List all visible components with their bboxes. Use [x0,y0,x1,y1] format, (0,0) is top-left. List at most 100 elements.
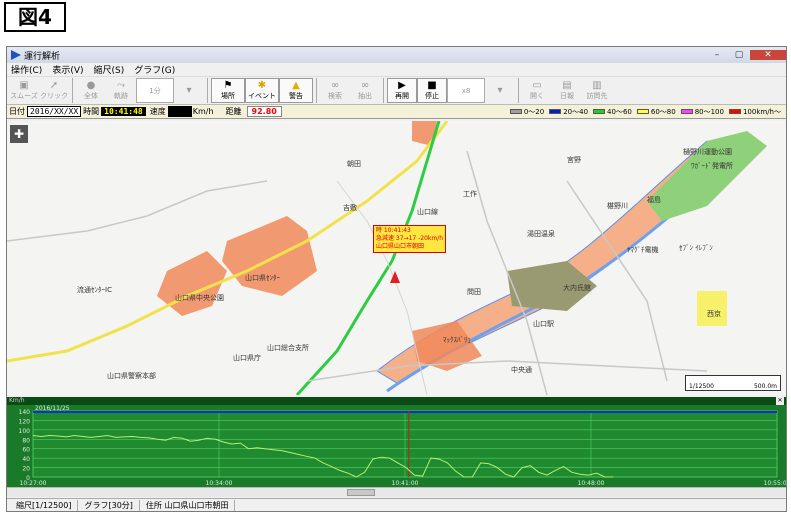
replay-label: 再開 [395,92,409,100]
event-label: イベント [248,92,276,100]
map-label: 大内氏館 [563,284,591,292]
map-label: 樋野川運動公園 [683,148,732,156]
maximize-button[interactable]: ▢ [728,50,750,60]
all-label: 全体 [84,92,98,100]
map-label: 山口県中央公園 [175,294,224,302]
chevron-down-icon: ▾ [497,85,503,96]
search-button[interactable]: ∞ 検索 [320,78,350,103]
map-label: 椹野川 [607,202,628,210]
speed-graph-panel: Km/h ✕ 140 120 100 80 60 40 20 0 10:27:00 10:34:0… [7,397,786,487]
map-label: 山口駅 [533,320,554,328]
map-view[interactable]: ✚ 樋野川運動公園 ﾜｶﾞｰﾄﾞ発電所 流通ｾﾝﾀｰIC 山口県中央公園 山口県… [7,121,786,395]
speed-dropdown[interactable]: ▾ [485,78,515,103]
chevron-down-icon: ▾ [186,85,192,96]
speed-unit: Km/h [192,107,214,116]
y-tick-label: 120 [19,418,31,425]
legend-item: 100km/h～ [728,107,781,117]
menu-scale[interactable]: 縮尺(S) [94,63,125,76]
report-button[interactable]: ▤ 日報 [552,78,582,103]
open-button[interactable]: ▭ 開く [522,78,552,103]
map-label: 山口県警察本部 [107,372,156,380]
legend-item: 20～40 [549,107,588,117]
legend-item: 0～20 [509,107,544,117]
map-label: 西京 [707,310,721,318]
report-label: 日報 [560,92,574,100]
minimize-button[interactable]: – [706,50,728,60]
search-label: 検索 [328,92,342,100]
event-popup: 時 10:41:43 急減速 37→17 -20km/h 山口県山口市朝田 [373,225,447,253]
all-button[interactable]: ● 全体 [76,78,106,103]
close-button[interactable]: ✕ [750,50,786,60]
extract-button[interactable]: ∞ 抽出 [350,78,380,103]
globe-icon: ● [86,80,96,91]
trace-icon: ⤳ [117,80,125,91]
map-label: 山口県庁 [233,354,261,362]
toolbar: ▣ スムーズ ➚ クリック ● 全体 ⤳ 軌跡 1分 ▾ ⚑ 場所 ✱ イベント ▲ 警告 ∞… [7,77,786,105]
visit-icon: ▥ [592,80,602,91]
time-label: 時間 [83,107,100,116]
trace-button[interactable]: ⤳ 軌跡 [106,78,136,103]
event-button[interactable]: ✱ イベント [245,78,279,103]
y-tick-label: 60 [22,447,30,454]
legend-item: 40～60 [593,107,632,117]
smooth-label: スムーズ [10,92,38,100]
popup-time: 時 10:41:43 [376,227,411,234]
interval-dropdown[interactable]: ▾ [174,78,204,103]
status-graph: グラフ[30分] [78,500,140,511]
replay-button[interactable]: ▶ 再開 [387,78,417,103]
status-bar: 縮尺[1/12500] グラフ[30分] 住所 山口県山口市朝田 [7,498,786,511]
graph-title: Km/h [7,397,786,405]
interval-value: 1分 [149,86,161,95]
binoculars-icon: ∞ [330,80,340,91]
distance-value: 92.80 [246,106,282,117]
graph-close-button[interactable]: ✕ [776,397,784,405]
report-icon: ▤ [562,80,572,91]
stop-button[interactable]: ■ 停止 [417,78,447,103]
map-label: ｾﾌﾞﾝ ｲﾚﾌﾞﾝ [679,244,713,252]
map-label: 中央通 [511,366,532,374]
map-label: 吉敷 [343,204,357,212]
title-bar: 運行解析 – ▢ ✕ [7,47,786,63]
horizontal-scrollbar[interactable] [7,487,786,497]
stop-icon: ■ [427,80,437,91]
menu-operation[interactable]: 操作(C) [11,63,42,76]
click-button[interactable]: ➚ クリック [39,78,69,103]
interval-select[interactable]: 1分 [136,78,174,103]
open-label: 開く [530,92,544,100]
location-label: 場所 [221,92,235,100]
map-label: 工作 [463,190,477,198]
stop-label: 停止 [425,92,439,100]
map-label: 山口県ｾﾝﾀｰ [245,274,280,282]
trace-label: 軌跡 [114,92,128,100]
map-label: 山口総合支所 [267,344,309,352]
location-button[interactable]: ⚑ 場所 [211,78,245,103]
time-value: 10:41:48 [101,107,146,116]
status-scale: 縮尺[1/12500] [10,500,79,511]
warning-button[interactable]: ▲ 警告 [279,78,313,103]
playback-speed-value: x8 [461,86,471,95]
scale-distance: 500.0m [753,383,777,390]
date-value: 2016/XX/XX [27,106,82,117]
map-label: ﾔﾏｸﾞﾁ電機 [627,246,659,254]
warning-label: 警告 [289,92,303,100]
window-title: 運行解析 [24,51,61,62]
visit-button[interactable]: ▥ 訪問先 [582,78,612,103]
y-tick-label: 100 [19,428,31,435]
graph-date-label: 2016/11/25 [35,405,70,412]
playback-speed-select[interactable]: x8 [447,78,485,103]
compass-icon[interactable]: ✚ [10,125,28,143]
status-address: 住所 山口県山口市朝田 [140,500,236,511]
menu-view[interactable]: 表示(V) [52,63,83,76]
x-tick-label: 10:34:00 [206,480,233,487]
app-icon [11,50,21,60]
smooth-button[interactable]: ▣ スムーズ [9,78,39,103]
scrollbar-thumb[interactable] [347,489,375,496]
menu-graph[interactable]: グラフ(G) [134,63,175,76]
speed-graph[interactable]: 14012010080604020010:27:00 10:34:00 10:41:… [7,405,786,487]
y-tick-label: 80 [22,437,30,444]
map-label: ﾏｯｸｽﾊﾞﾘｭ [443,336,471,344]
distance-label: 距離 [225,107,242,116]
map-label: 問田 [467,288,481,296]
map-label: 山口線 [417,208,438,216]
legend-item: 60～80 [636,107,676,117]
